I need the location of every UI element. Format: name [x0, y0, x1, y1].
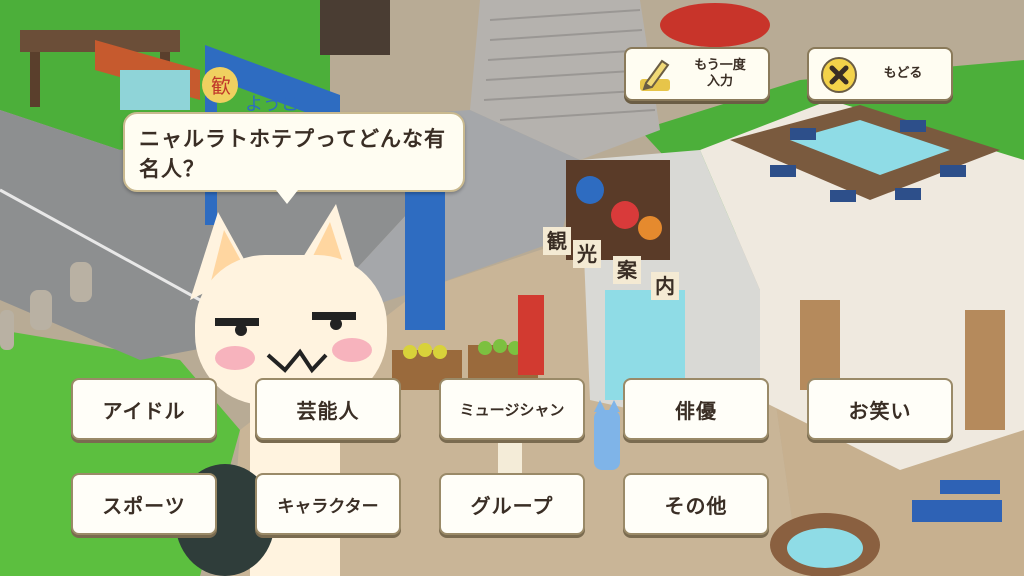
choice-other-button[interactable]: その他	[623, 473, 769, 535]
sign-char: 内	[655, 274, 675, 298]
speech-bubble: ニャルラトホテプってどんな有名人？	[123, 112, 465, 192]
choice-entertainer-button[interactable]: 芸能人	[255, 378, 401, 440]
choice-group-button[interactable]: グループ	[439, 473, 585, 535]
choice-actor-button[interactable]: 俳優	[623, 378, 769, 440]
villager	[498, 440, 522, 474]
sign-char: 観	[547, 229, 567, 253]
sign-char: 光	[576, 242, 597, 266]
back-button[interactable]: もどる	[807, 47, 953, 101]
blue-cat-villager	[594, 410, 620, 470]
gate-pillar	[405, 190, 445, 330]
pencil-icon	[640, 59, 670, 91]
retry-input-button[interactable]: もう一度 入力	[624, 47, 770, 101]
choice-musician-button[interactable]: ミュージシャン	[439, 378, 585, 440]
choice-idol-button[interactable]: アイドル	[71, 378, 217, 440]
choice-character-button[interactable]: キャラクター	[255, 473, 401, 535]
speech-bubble-text: ニャルラトホテプってどんな有名人？	[139, 127, 446, 181]
back-label: もどる	[883, 66, 923, 81]
shoji-window	[800, 300, 840, 390]
bench	[912, 500, 1002, 522]
speech-bubble-tail	[276, 190, 298, 204]
choice-comedy-button[interactable]: お笑い	[807, 378, 953, 440]
close-circle-icon	[821, 57, 857, 93]
shoji-window	[965, 310, 1005, 430]
choice-sports-button[interactable]: スポーツ	[71, 473, 217, 535]
retry-input-label: もう一度 入力	[694, 58, 746, 89]
parasol	[660, 3, 770, 47]
building	[320, 0, 390, 55]
game-screen: 歓 ようこ 観 光 案 内 ニャルラトホテプってどんな有名人？ もう一度 入力 …	[0, 0, 1024, 576]
banner-char: 歓	[211, 74, 231, 98]
sign-char: 案	[616, 258, 638, 282]
red-banner	[518, 295, 544, 375]
